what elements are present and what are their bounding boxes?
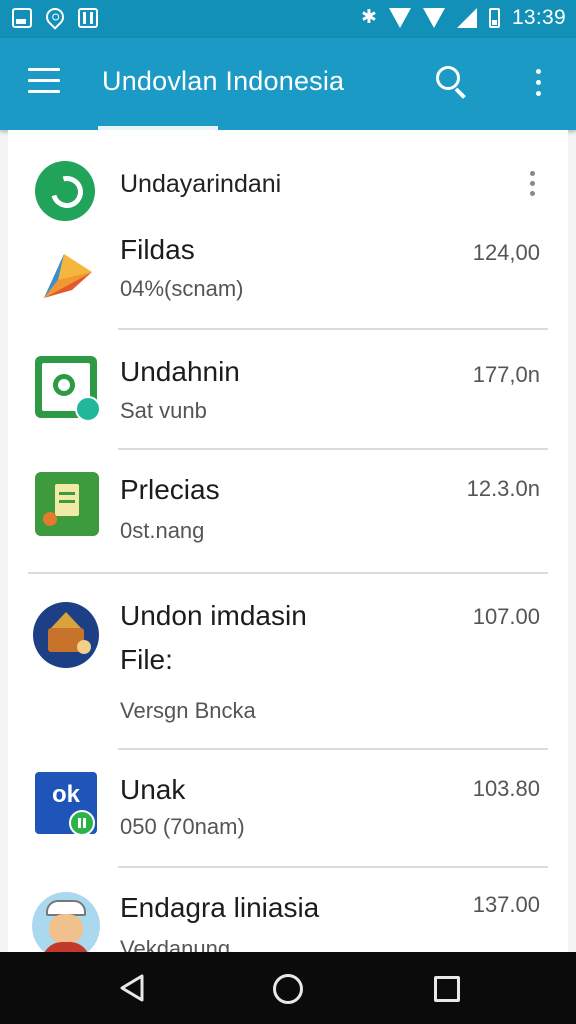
battery-icon [488,8,500,28]
item-value: 12.3.0n [466,476,540,501]
app-bar: Undovlan Indonesia [0,38,576,130]
item-subtitle: 050 (70nam) [120,814,245,839]
temple-icon [33,602,99,668]
list-item[interactable]: Endagra liniasia Vekdanung 137.00 [8,868,568,952]
status-system: ✱ 13:39 [361,6,566,30]
signal-icon [456,8,477,28]
item-title: Unak [120,774,186,805]
item-subtitle: 04%(scnam) [120,276,244,301]
list-item[interactable]: Undahnin Sat vunb 177,0n [8,330,568,450]
wifi-icon [388,8,411,28]
home-icon[interactable] [273,974,303,1004]
item-subtitle: Sat vunb [120,398,207,423]
item-title: Prlecias [120,474,220,505]
item-value: 124,00 [472,240,540,265]
status-time: 13:39 [511,6,566,29]
camera-icon [35,356,101,422]
app-title: Undovlan Indonesia [102,66,345,96]
header-title: Undayarindani [120,170,282,198]
item-title: Endagra liniasia [120,892,320,923]
ok-icon: ok [35,772,97,836]
item-value: 103.80 [472,776,540,801]
content-list: Undayarindani Fildas 04%(scnam) 124,00 U… [8,130,568,952]
location-icon [42,4,68,30]
item-title: Fildas [120,234,195,265]
ok-icon-text: ok [51,781,80,808]
item-value: 107.00 [472,604,540,629]
list-header[interactable]: Undayarindani [8,158,568,224]
play-icon [44,254,92,298]
item-title: Undon imdasin [120,600,307,631]
more-vert-icon[interactable] [533,69,543,97]
wifi-icon-2 [422,8,445,28]
list-item[interactable]: Prlecias 0st.nang 12.3.0n [8,450,568,572]
back-icon[interactable] [119,974,145,1002]
item-subtitle: Vekdanung [120,936,231,952]
item-file: File: [120,644,173,675]
search-icon[interactable] [436,66,470,100]
header-more-icon[interactable] [528,171,536,199]
list-item[interactable]: ok Unak 050 (70nam) 103.80 [8,750,568,868]
bluetooth-icon: ✱ [361,7,377,28]
recents-icon[interactable] [434,976,460,1002]
list-item[interactable]: Fildas 04%(scnam) 124,00 [8,222,568,330]
menu-icon[interactable] [28,68,60,94]
item-value: 177,0n [472,362,540,387]
item-title: Undahnin [120,356,240,387]
item-subtitle: 0st.nang [120,518,205,543]
status-bar: ✱ 13:39 [0,0,576,38]
item-subtitle: Versgn Bncka [120,698,256,723]
navigation-bar [0,952,576,1024]
news-icon [78,8,98,28]
list-item[interactable]: Undon imdasin File: Versgn Bncka 107.00 [8,574,568,748]
status-notifications [12,4,98,30]
gallery-icon [12,8,32,28]
item-value: 137.00 [472,892,540,917]
whatsapp-icon [35,161,95,221]
notes-icon [35,472,99,536]
avatar-icon [32,892,100,952]
